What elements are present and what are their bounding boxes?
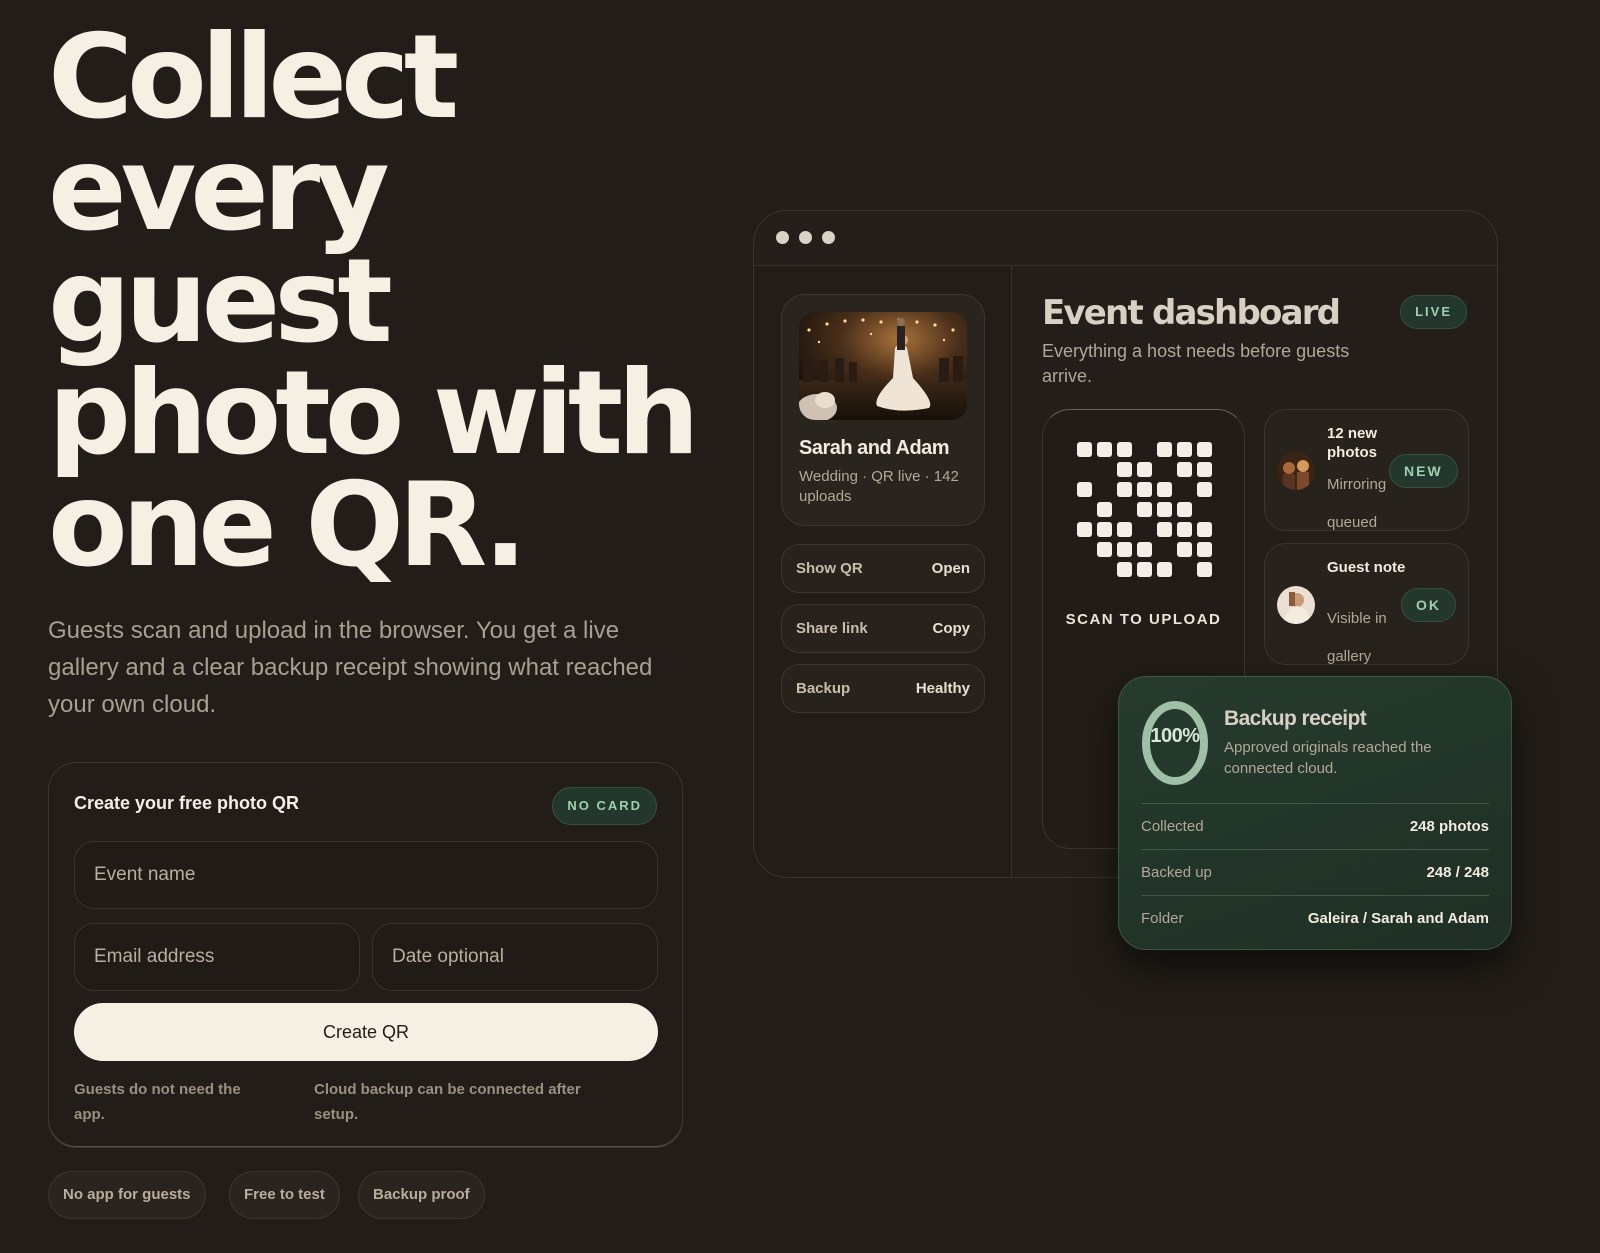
hero-subtitle: Guests scan and upload in the browser. Y… — [48, 617, 653, 718]
event-photo — [799, 312, 967, 420]
hero-title-line: one QR. — [48, 458, 527, 593]
create-qr-button[interactable]: Create QR — [74, 1003, 658, 1061]
ok-badge: OK — [1401, 588, 1456, 622]
show-qr-button[interactable]: Show QR Open — [781, 544, 985, 593]
receipt-value: 248 / 248 — [1426, 864, 1489, 881]
qr-label: SCAN TO UPLOAD — [1065, 611, 1222, 628]
receipt-key: Folder — [1141, 910, 1184, 927]
notification-title: Guest note — [1327, 559, 1406, 576]
date-field[interactable] — [372, 923, 658, 991]
window-dot-icon — [822, 231, 835, 244]
new-badge: NEW — [1389, 454, 1458, 488]
receipt-value: 248 photos — [1409, 818, 1489, 835]
email-input[interactable] — [94, 924, 346, 990]
window-titlebar — [754, 211, 1497, 266]
notification-subtitle: Mirroring queued — [1327, 476, 1387, 531]
dashboard-subtitle: Everything a host needs before guests ar… — [1042, 341, 1350, 386]
qr-code-icon — [1077, 442, 1212, 577]
no-card-badge: NO CARD — [552, 787, 657, 825]
dashboard-sidebar: Sarah and Adam Wedding · QR live · 142 u… — [754, 266, 1012, 877]
receipt-value: Galeira / Sarah and Adam — [1307, 910, 1489, 927]
event-name: Sarah and Adam — [799, 437, 950, 459]
notification-subtitle: Visible in gallery — [1327, 610, 1387, 665]
side-button-action: Open — [931, 560, 970, 577]
dashboard-title: Event dashboard — [1042, 293, 1341, 333]
form-note-app: Guests do not need the app. — [74, 1081, 241, 1123]
side-button-label: Backup — [796, 680, 851, 697]
live-badge: LIVE — [1400, 295, 1467, 329]
new-photos-card[interactable]: 12 new photos Mirroring queued NEW — [1264, 409, 1469, 531]
window-dot-icon — [776, 231, 789, 244]
side-button-action: Healthy — [915, 680, 970, 697]
receipt-key: Backed up — [1141, 864, 1212, 881]
receipt-subtitle: Approved originals reached the connected… — [1224, 739, 1432, 777]
share-link-button[interactable]: Share link Copy — [781, 604, 985, 653]
form-note-backup: Cloud backup can be connected after setu… — [314, 1081, 581, 1123]
side-button-action: Copy — [932, 620, 971, 637]
event-meta: Wedding · QR live · 142 uploads — [799, 468, 959, 505]
chip-no-app: No app for guests — [48, 1171, 206, 1219]
chip-free-to-test: Free to test — [229, 1171, 340, 1219]
receipt-row-collected: Collected 248 photos — [1141, 803, 1489, 849]
event-name-field[interactable] — [74, 841, 658, 909]
photo-thumbnail — [1277, 452, 1315, 490]
email-field[interactable] — [74, 923, 360, 991]
create-qr-form: Create your free photo QR NO CARD Create… — [48, 762, 683, 1148]
window-dot-icon — [799, 231, 812, 244]
backup-percent: 100% — [1150, 725, 1200, 747]
backup-receipt-card: 100% Backup receipt Approved originals r… — [1118, 676, 1512, 950]
side-button-label: Share link — [796, 620, 868, 637]
wedding-photo-image — [799, 312, 967, 420]
guest-note-card[interactable]: Guest note Visible in gallery OK — [1264, 543, 1469, 665]
side-button-label: Show QR — [796, 560, 863, 577]
receipt-row-backed-up: Backed up 248 / 248 — [1141, 849, 1489, 895]
hero-title: Collect every guest photo with one QR. — [48, 20, 708, 584]
event-name-input[interactable] — [94, 842, 629, 908]
date-input[interactable] — [392, 924, 644, 990]
event-card[interactable]: Sarah and Adam Wedding · QR live · 142 u… — [781, 294, 985, 526]
chip-backup-proof: Backup proof — [358, 1171, 485, 1219]
guest-avatar — [1277, 586, 1315, 624]
form-title: Create your free photo QR — [74, 793, 300, 813]
receipt-title: Backup receipt — [1224, 707, 1367, 730]
backup-status-button[interactable]: Backup Healthy — [781, 664, 985, 713]
receipt-key: Collected — [1141, 818, 1204, 835]
receipt-row-folder: Folder Galeira / Sarah and Adam — [1141, 895, 1489, 941]
